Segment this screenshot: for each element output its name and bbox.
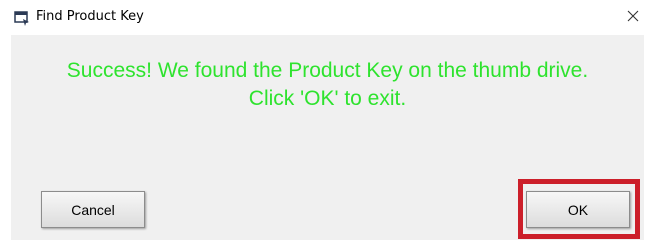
- dialog-body: Success! We found the Product Key on the…: [11, 35, 644, 240]
- message-line-2: Click 'OK' to exit.: [248, 87, 407, 110]
- cancel-button[interactable]: Cancel: [41, 191, 145, 228]
- window-title: Find Product Key: [36, 9, 144, 24]
- app-window-icon: [14, 10, 30, 26]
- success-message: Success! We found the Product Key on the…: [11, 57, 644, 113]
- dialog-window: Find Product Key Success! We found the P…: [0, 0, 656, 243]
- close-icon: [627, 9, 639, 27]
- message-line-1: Success! We found the Product Key on the…: [66, 59, 589, 82]
- title-bar: Find Product Key: [0, 0, 656, 35]
- ok-button[interactable]: OK: [526, 191, 630, 228]
- close-button[interactable]: [610, 0, 656, 35]
